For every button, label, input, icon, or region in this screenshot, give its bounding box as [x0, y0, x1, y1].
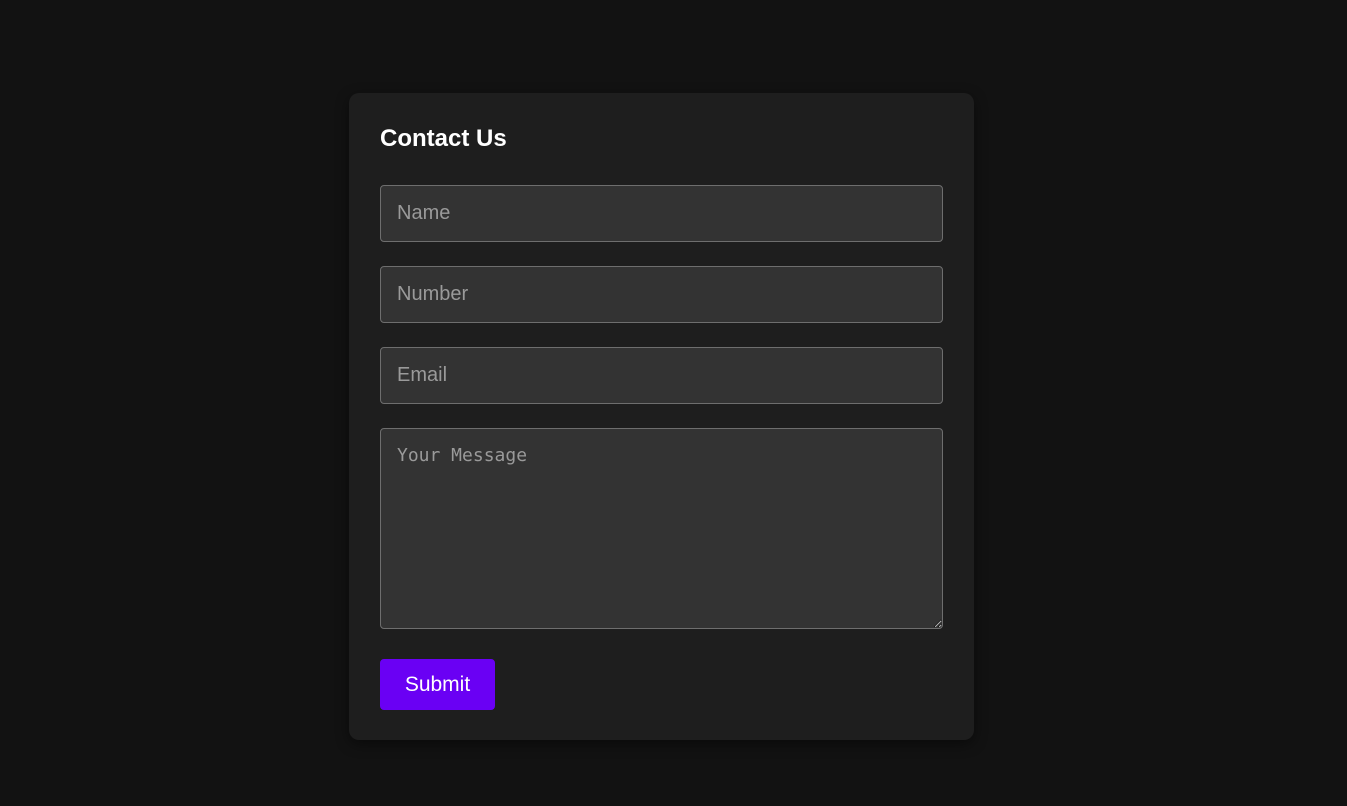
- message-textarea[interactable]: [380, 428, 943, 629]
- number-input[interactable]: [380, 266, 943, 323]
- submit-button[interactable]: Submit: [380, 659, 495, 710]
- contact-form-card: Contact Us Submit: [349, 93, 974, 740]
- contact-form: Submit: [380, 185, 943, 710]
- name-input[interactable]: [380, 185, 943, 242]
- email-input[interactable]: [380, 347, 943, 404]
- form-title: Contact Us: [380, 125, 507, 152]
